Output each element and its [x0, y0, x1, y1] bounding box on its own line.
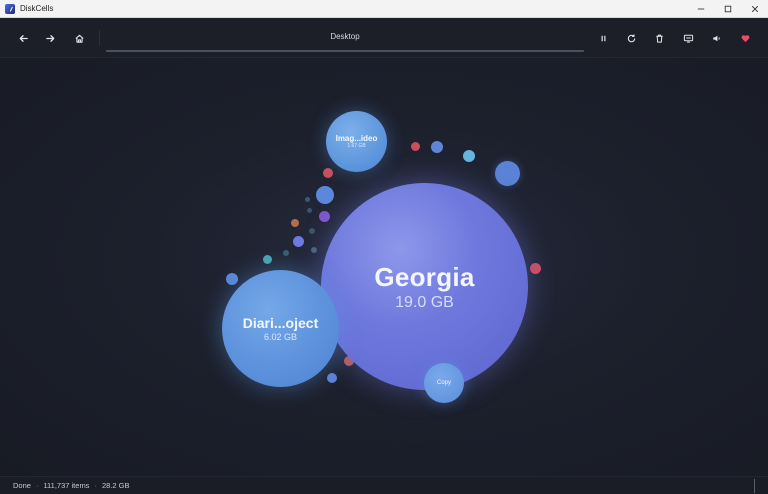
minimize-icon [697, 8, 704, 10]
minimize-button[interactable] [687, 0, 714, 18]
cell-size: 1.67 GB [347, 143, 366, 149]
pause-icon [601, 35, 605, 41]
display-icon [683, 34, 693, 43]
status-separator: · [35, 481, 39, 490]
folder-cell[interactable] [495, 161, 520, 186]
file-cell[interactable] [309, 228, 315, 234]
forward-button[interactable] [41, 29, 59, 47]
close-button[interactable] [741, 0, 768, 18]
folder-cell-diari[interactable]: Diari...oject 6.02 GB [222, 270, 339, 387]
folder-cell-imag[interactable]: Imag...ideo 1.67 GB [326, 111, 387, 172]
status-item-count: 111,737 items [43, 481, 90, 490]
pause-button[interactable] [594, 29, 612, 47]
file-cell[interactable] [311, 247, 317, 253]
forward-arrow-icon [45, 34, 54, 42]
trash-icon [655, 34, 663, 43]
file-cell[interactable] [463, 150, 475, 162]
app-logo-icon [5, 3, 15, 14]
scan-progress-bar [106, 50, 584, 52]
file-cell[interactable] [307, 208, 312, 213]
file-cell[interactable] [226, 273, 238, 285]
close-icon [751, 5, 758, 13]
display-mode-button[interactable] [679, 29, 697, 47]
current-location: Desktop [330, 32, 360, 41]
bubble-canvas[interactable]: Imag...ideo 1.67 GB Georgia 19.0 GB Diar… [0, 58, 768, 476]
favorite-button[interactable] [736, 29, 754, 47]
status-separator: · [94, 481, 97, 490]
file-cell[interactable] [323, 168, 333, 178]
sound-button[interactable] [707, 29, 725, 47]
cell-name: Georgia [374, 261, 475, 292]
file-cell[interactable] [327, 373, 337, 383]
maximize-icon [724, 5, 731, 13]
cell-size: 19.0 GB [395, 293, 454, 311]
folder-cell-copy[interactable]: Copy [424, 363, 464, 403]
file-cell[interactable] [291, 219, 299, 227]
toolbar-divider [99, 30, 100, 46]
status-state: Done [13, 481, 31, 490]
toolbar: Desktop [0, 18, 768, 58]
heart-icon [741, 34, 749, 42]
refresh-button[interactable] [622, 29, 640, 47]
file-cell[interactable] [305, 197, 310, 202]
back-button[interactable] [14, 29, 32, 47]
status-total-size: 28.2 GB [101, 481, 130, 490]
resize-grip[interactable] [754, 479, 755, 493]
cell-name: Imag...ideo [335, 134, 378, 143]
file-cell[interactable] [263, 255, 272, 264]
scan-progress-fill [106, 50, 584, 52]
status-bar: Done · 111,737 items · 28.2 GB [0, 476, 768, 494]
delete-button[interactable] [650, 29, 668, 47]
title-bar: DiskCells [0, 0, 768, 18]
sound-icon [712, 35, 720, 41]
back-arrow-icon [19, 34, 28, 42]
refresh-icon [627, 33, 635, 42]
file-cell[interactable] [411, 142, 420, 151]
file-cell[interactable] [283, 250, 289, 256]
file-cell[interactable] [293, 236, 304, 247]
cell-size: 6.02 GB [263, 332, 298, 342]
maximize-button[interactable] [714, 0, 741, 18]
file-cell[interactable] [431, 141, 443, 153]
file-cell[interactable] [530, 263, 541, 274]
home-button[interactable] [70, 29, 88, 47]
file-cell[interactable] [319, 211, 330, 222]
folder-cell-georgia[interactable]: Georgia 19.0 GB [321, 183, 528, 390]
window-controls [687, 0, 768, 18]
cell-name: Diari...oject [242, 315, 319, 331]
file-cell[interactable] [316, 186, 334, 204]
window-title: DiskCells [20, 4, 54, 13]
home-icon [74, 34, 84, 43]
cell-name: Copy [436, 380, 451, 386]
